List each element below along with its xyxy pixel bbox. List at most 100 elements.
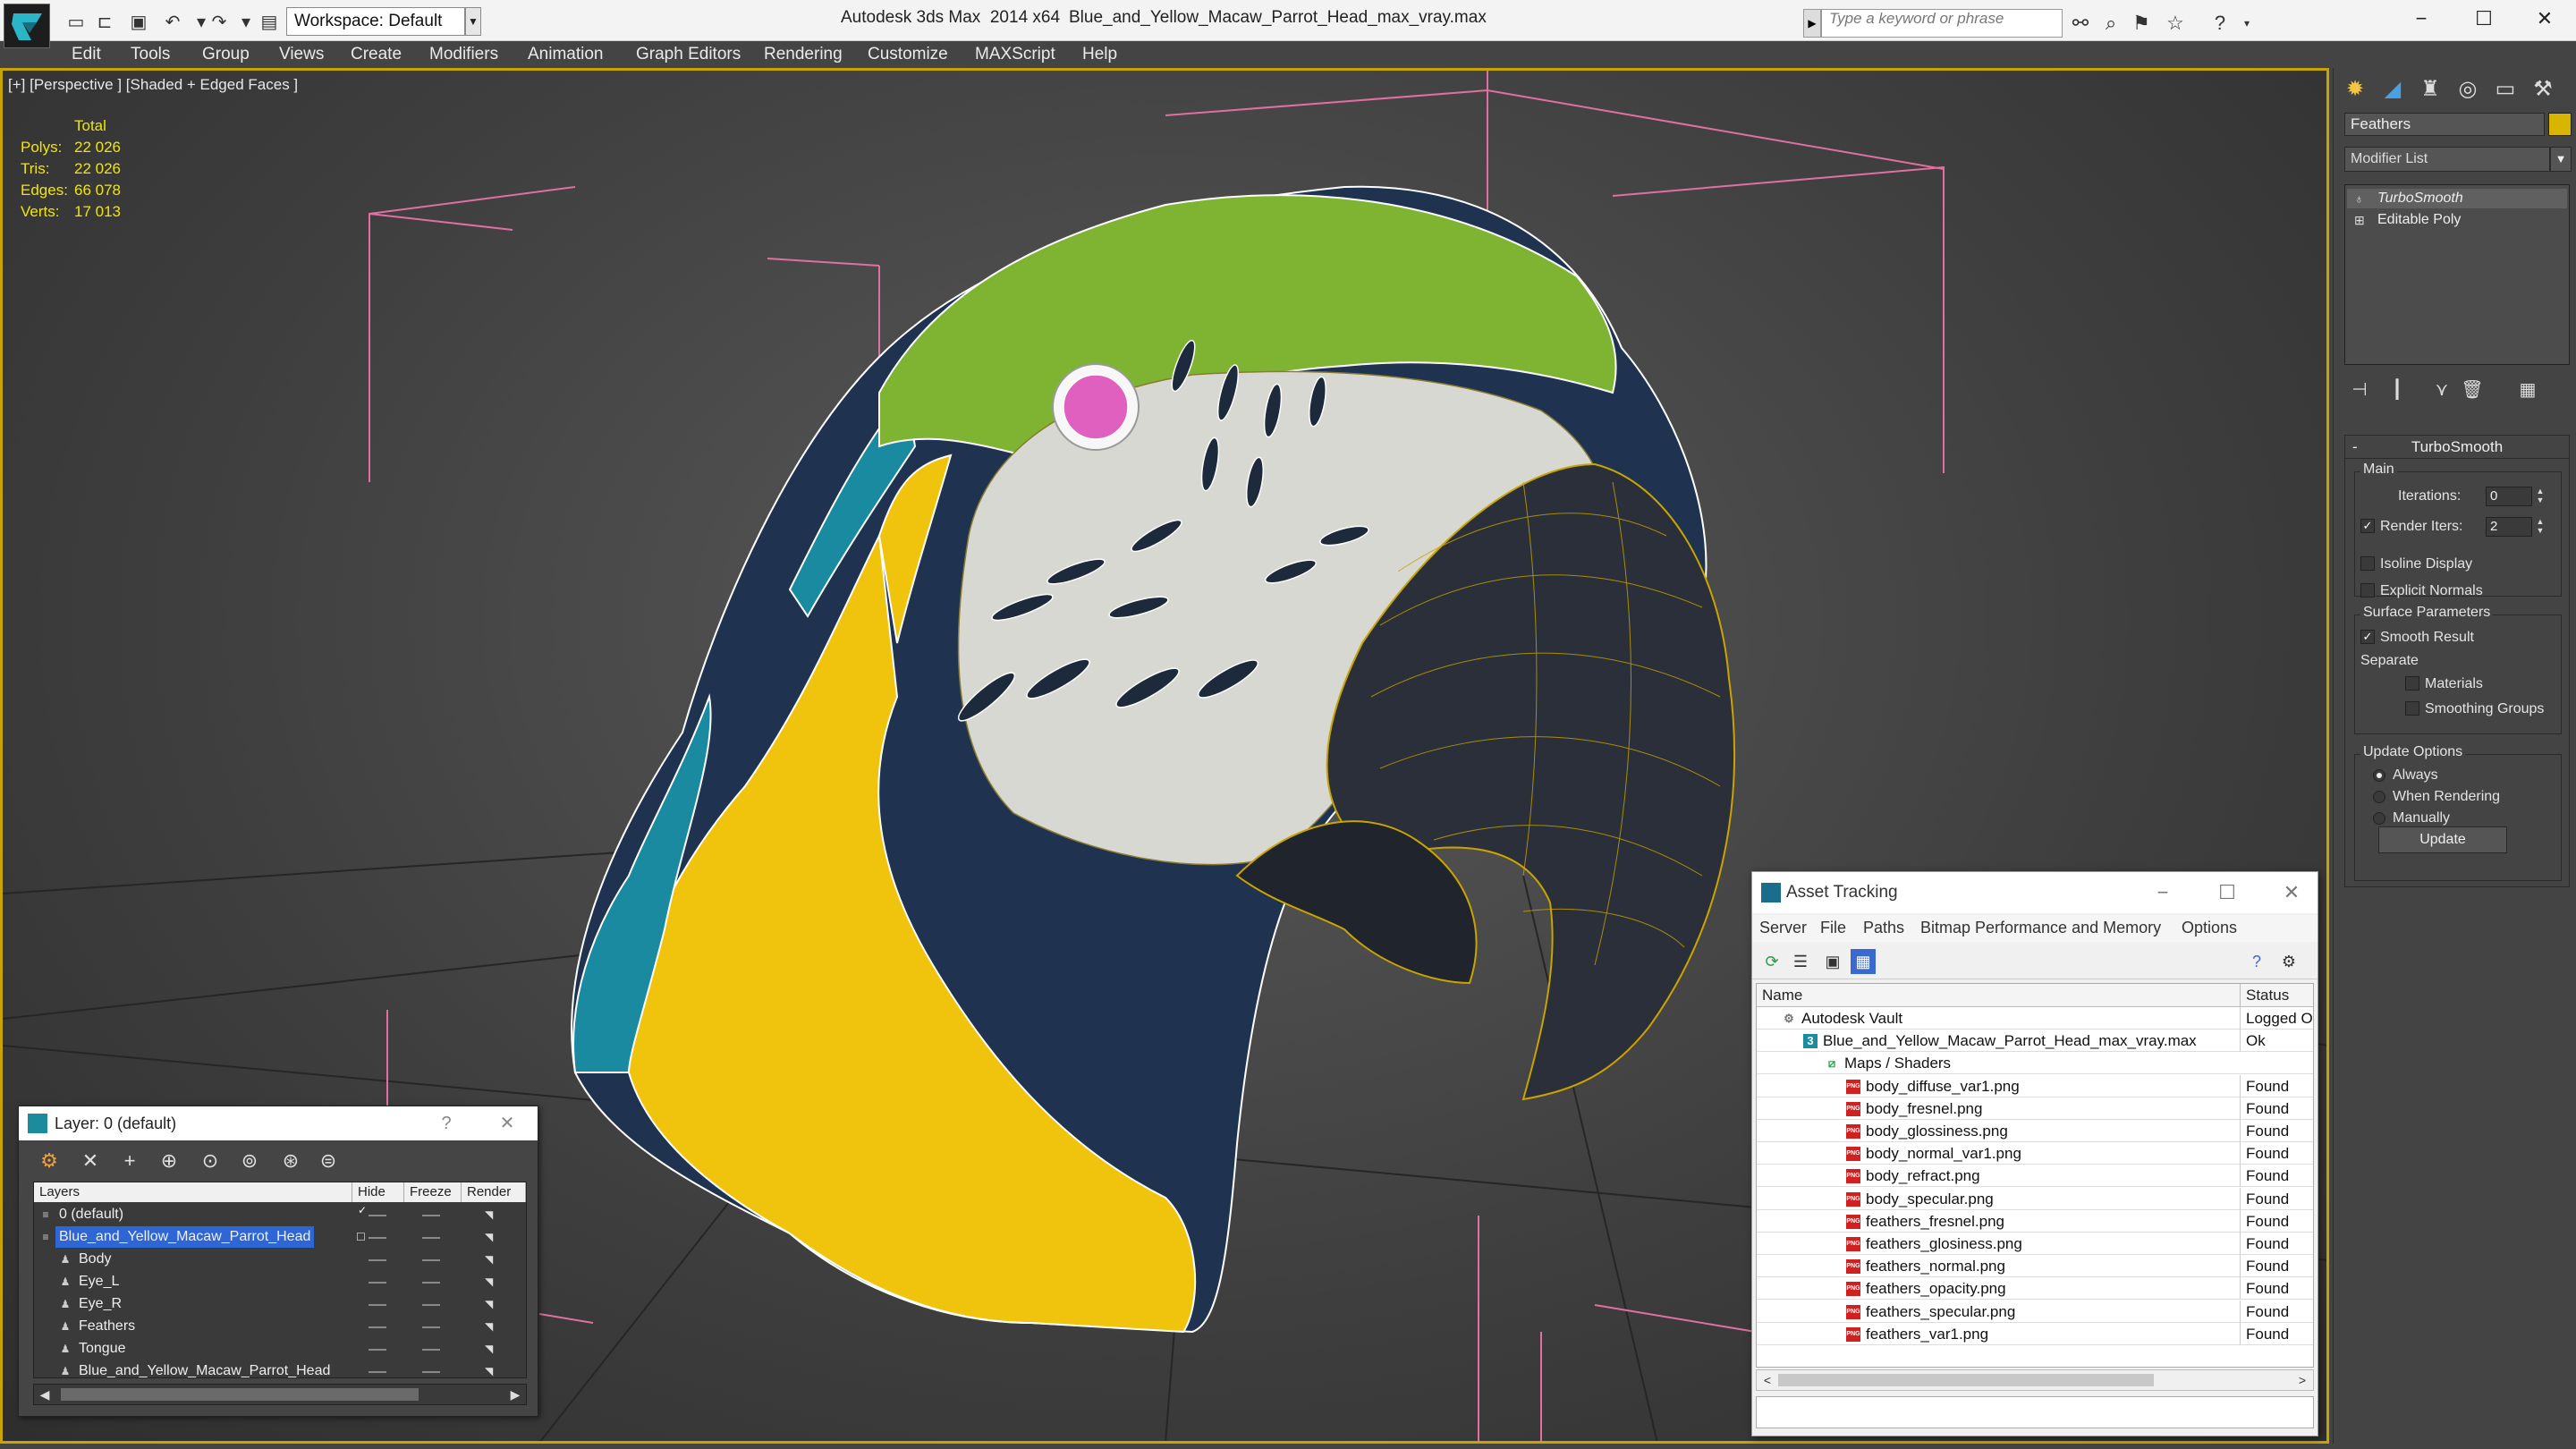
table-view-icon[interactable]: ▦ [1851,949,1876,974]
render-teapot-icon[interactable]: ◥ [485,1208,499,1221]
layer-row[interactable]: ≡ 0 (default) ◥ ✓ [34,1204,526,1225]
asset-row[interactable]: PNG feathers_var1.png Found [1757,1322,2313,1345]
redo-dropdown-icon[interactable]: ▾ [234,11,258,34]
menu-tools[interactable]: Tools [131,45,170,64]
menu-views[interactable]: Views [279,45,324,64]
layer-row-name[interactable]: Eye_L [75,1271,123,1292]
column-hide[interactable]: Hide [352,1182,404,1202]
active-layer-check-icon[interactable]: ✓ [358,1204,372,1216]
stack-item-turbosmooth[interactable]: ♁ TurboSmooth [2347,189,2567,208]
scroll-left-icon[interactable]: ◀ [36,1386,54,1402]
asset-row[interactable]: PNG feathers_normal.png Found [1757,1255,2313,1278]
favorites-icon[interactable]: ☆ [2163,11,2188,36]
render-teapot-icon[interactable]: ◥ [485,1320,499,1333]
asset-horizontal-scrollbar[interactable]: < > [1756,1369,2314,1391]
isoline-display-checkbox[interactable] [2360,556,2375,571]
menu-create[interactable]: Create [351,45,402,64]
undo-icon[interactable]: ↶ [161,11,184,34]
freeze-toggle[interactable] [422,1237,440,1239]
subscription-icon[interactable]: ⚑ [2129,11,2154,36]
hide-unhide-icon[interactable]: ⊛ [275,1148,307,1174]
render-teapot-icon[interactable]: ◥ [485,1343,499,1355]
menu-edit[interactable]: Edit [72,45,101,64]
explicit-normals-checkbox[interactable] [2360,583,2375,597]
layer-row[interactable]: ♟ Eye_R ◥ [34,1293,526,1315]
layer-row[interactable]: ≡ Blue_and_Yellow_Macaw_Parrot_Head ◥ ☐ [34,1226,526,1248]
remove-modifier-icon[interactable]: 🗑 [2457,377,2487,402]
app-logo-button[interactable] [4,4,50,48]
layer-row-name[interactable]: Tongue [75,1338,130,1360]
asset-row[interactable]: PNG feathers_glosiness.png Found [1757,1233,2313,1255]
render-teapot-icon[interactable]: ◥ [485,1231,499,1243]
layer-row[interactable]: ♟ Tongue ◥ [34,1338,526,1360]
current-layer-box-icon[interactable]: ☐ [356,1231,370,1243]
project-icon[interactable]: ▤ [258,11,281,34]
scroll-right-icon[interactable]: > [2293,1372,2311,1388]
configure-sets-icon[interactable]: ▦ [2512,377,2543,402]
minimize-icon[interactable]: − [2140,877,2185,908]
object-color-swatch[interactable] [2548,113,2572,136]
layer-row-name[interactable]: Blue_and_Yellow_Macaw_Parrot_Head [75,1360,334,1382]
asset-menu-bitmap[interactable]: Bitmap Performance and Memory [1920,919,2161,937]
chevron-down-icon[interactable]: ▼ [2550,147,2572,172]
help-icon[interactable]: ? [428,1110,464,1137]
layer-row-name[interactable]: Blue_and_Yellow_Macaw_Parrot_Head [55,1226,315,1248]
menu-rendering[interactable]: Rendering [764,45,843,64]
asset-row[interactable]: 3 Blue_and_Yellow_Macaw_Parrot_Head_max_v… [1757,1030,2313,1053]
column-render[interactable]: Render [462,1182,526,1202]
asset-window-titlebar[interactable]: Asset Tracking − ☐ ✕ [1752,872,2318,913]
column-name[interactable]: Name [1762,984,1802,1007]
menu-graph-editors[interactable]: Graph Editors [636,45,741,64]
collapse-icon[interactable]: - [2352,436,2358,459]
menu-maxscript[interactable]: MAXScript [975,45,1055,64]
open-icon[interactable]: ⊏ [93,11,116,34]
stack-item-editable-poly[interactable]: ⊞ Editable Poly [2347,210,2567,230]
hide-toggle[interactable] [369,1237,386,1239]
rollout-title[interactable]: - TurboSmooth [2345,436,2569,459]
close-icon[interactable]: ✕ [2269,877,2314,908]
asset-row[interactable]: PNG body_glossiness.png Found [1757,1120,2313,1142]
scroll-thumb[interactable] [61,1388,419,1401]
asset-menu-file[interactable]: File [1820,919,1846,937]
help-dropdown-icon[interactable]: ▾ [2234,11,2259,36]
hide-toggle[interactable] [369,1371,386,1373]
search-input[interactable]: Type a keyword or phrase [1821,9,2063,38]
freeze-toggle[interactable] [422,1326,440,1328]
create-layer-icon[interactable]: + [114,1148,146,1174]
freeze-unfreeze-icon[interactable]: ⊜ [312,1148,344,1174]
add-selection-icon[interactable]: ⊕ [153,1148,185,1174]
asset-row[interactable]: PNG body_diffuse_var1.png Found [1757,1074,2313,1097]
display-tab-icon[interactable]: ▭ [2487,73,2523,106]
column-layers[interactable]: Layers [34,1182,352,1202]
asset-menu-options[interactable]: Options [2182,919,2237,937]
render-teapot-icon[interactable]: ◥ [485,1275,499,1288]
minimize-button[interactable]: − [2390,0,2453,39]
asset-menu-server[interactable]: Server [1759,919,1807,937]
search-icon[interactable]: ⌕ [2098,11,2123,36]
column-freeze[interactable]: Freeze [404,1182,462,1202]
select-objects-icon[interactable]: ⊙ [194,1148,226,1174]
layer-row-name[interactable]: 0 (default) [55,1204,127,1225]
freeze-toggle[interactable] [422,1282,440,1284]
modify-tab-icon[interactable]: ◢ [2375,73,2411,106]
object-name-field[interactable]: Feathers [2344,113,2545,136]
render-teapot-icon[interactable]: ◥ [485,1253,499,1266]
scroll-thumb[interactable] [1778,1374,2154,1386]
save-icon[interactable]: ▣ [127,11,150,34]
asset-path-field[interactable] [1756,1396,2314,1428]
binoculars-icon[interactable]: ⚯ [2068,11,2093,36]
iterations-spinner[interactable]: 0 [2486,487,2532,506]
close-icon[interactable]: ✕ [489,1110,525,1137]
asset-row[interactable]: PNG body_fresnel.png Found [1757,1097,2313,1120]
menu-animation[interactable]: Animation [528,45,604,64]
asset-row[interactable]: ⚙ Autodesk Vault Logged O [1757,1007,2313,1030]
render-iters-checkbox[interactable]: ✓ [2360,519,2375,533]
asset-row[interactable]: PNG feathers_specular.png Found [1757,1300,2313,1323]
menu-modifiers[interactable]: Modifiers [429,45,498,64]
when-rendering-radio[interactable] [2373,791,2385,803]
menu-help[interactable]: Help [1082,45,1117,64]
workspace-dropdown-arrow[interactable]: ▼ [465,7,481,36]
layer-row-name[interactable]: Feathers [75,1316,139,1337]
freeze-toggle[interactable] [422,1349,440,1351]
asset-row[interactable]: PNG body_refract.png Found [1757,1165,2313,1188]
